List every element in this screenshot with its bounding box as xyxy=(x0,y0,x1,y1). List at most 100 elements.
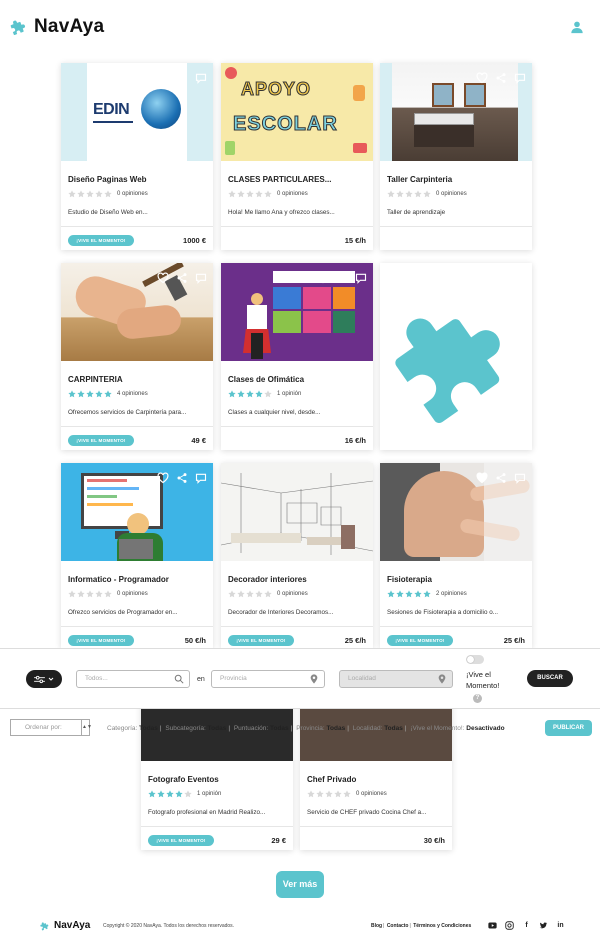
heart-icon[interactable] xyxy=(476,471,488,484)
card-divider xyxy=(61,226,213,227)
header: NavAya xyxy=(0,0,600,56)
card-image: APOYO ESCOLAR xyxy=(221,63,373,161)
card-title[interactable]: Decorador interiores xyxy=(228,575,307,584)
footer-link-contact[interactable]: Contacto xyxy=(387,923,409,929)
rating-stars: 0 opiniones xyxy=(387,190,467,198)
card-image xyxy=(221,463,373,561)
card-title[interactable]: Fisioterapia xyxy=(387,575,432,584)
service-card[interactable]: Clases de Ofimática 1 opinión Clases a c… xyxy=(221,263,373,450)
service-card[interactable]: Informatico - Programador 0 opiniones Of… xyxy=(61,463,213,648)
star-filled-icon xyxy=(148,790,156,798)
footer-brand-logo[interactable]: NavAya xyxy=(40,920,90,931)
vive-momento-toggle[interactable] xyxy=(466,655,484,664)
star-filled-icon xyxy=(405,590,413,598)
filter-value-locality: Todas xyxy=(384,725,403,732)
card-description: Taller de aprendizaje xyxy=(387,209,446,216)
comment-icon[interactable] xyxy=(195,71,207,84)
service-card[interactable]: Fisioterapia 2 opiniones Sesiones de Fis… xyxy=(380,463,532,648)
card-title[interactable]: CARPINTERIA xyxy=(68,375,123,384)
filter-value-vive: Desactivado xyxy=(466,725,505,732)
vive-momento-badge: ¡VIVE EL MOMENTO! xyxy=(387,635,453,646)
share-icon[interactable] xyxy=(176,471,188,483)
star-filled-icon xyxy=(104,390,112,398)
card-title[interactable]: Diseño Paginas Web xyxy=(68,175,147,184)
location-pin-icon xyxy=(438,674,446,684)
card-title[interactable]: Chef Privado xyxy=(307,775,356,784)
service-card[interactable]: Taller Carpinteria 0 opiniones Taller de… xyxy=(380,63,532,250)
service-card[interactable]: Decorador interiores 0 opiniones Decorad… xyxy=(221,463,373,648)
search-input[interactable]: Todos... xyxy=(76,670,190,688)
filter-value-province: Todas xyxy=(326,725,346,732)
comment-icon[interactable] xyxy=(195,271,207,284)
share-icon[interactable] xyxy=(495,471,507,483)
card-actions xyxy=(157,271,207,284)
card-title[interactable]: Informatico - Programador xyxy=(68,575,169,584)
opinions-count: 0 opiniones xyxy=(277,591,308,597)
service-card[interactable]: CARPINTERIA 4 opiniones Ofrecemos servic… xyxy=(61,263,213,450)
rating-stars: 2 opiniones xyxy=(387,590,467,598)
footer-link-blog[interactable]: Blog xyxy=(371,923,382,929)
rating-stars: 4 opiniones xyxy=(68,390,148,398)
heart-icon[interactable] xyxy=(157,71,169,84)
user-icon[interactable] xyxy=(570,20,584,34)
service-card[interactable]: APOYO ESCOLAR CLASES PARTICULARES... 0 o… xyxy=(221,63,373,250)
linkedin-icon[interactable]: in xyxy=(556,921,565,930)
share-icon[interactable] xyxy=(176,71,188,83)
heart-icon[interactable] xyxy=(476,71,488,84)
province-input[interactable]: Provincia xyxy=(211,670,325,688)
help-icon[interactable]: ? xyxy=(473,694,482,703)
star-filled-icon xyxy=(86,390,94,398)
star-filled-icon xyxy=(175,790,183,798)
locality-input[interactable]: Localidad xyxy=(339,670,453,688)
opinions-count: 4 opiniones xyxy=(117,391,148,397)
share-icon[interactable] xyxy=(495,71,507,83)
star-filled-icon xyxy=(423,590,431,598)
comment-icon[interactable] xyxy=(355,271,367,284)
star-empty-icon xyxy=(264,390,272,398)
card-price: 50 €/h xyxy=(184,636,206,645)
card-title[interactable]: Taller Carpinteria xyxy=(387,175,452,184)
star-filled-icon xyxy=(387,590,395,598)
star-empty-icon xyxy=(396,190,404,198)
puzzle-placeholder-icon xyxy=(395,318,500,423)
puzzle-logo-icon xyxy=(10,20,25,35)
star-empty-icon xyxy=(423,190,431,198)
heart-icon[interactable] xyxy=(157,471,169,484)
card-title[interactable]: Fotografo Eventos xyxy=(148,775,219,784)
instagram-icon[interactable] xyxy=(505,921,514,930)
card-title[interactable]: Clases de Ofimática xyxy=(228,375,304,384)
brand-logo[interactable]: NavAya xyxy=(10,16,104,38)
card-description: Estudio de Diseño Web en... xyxy=(68,209,148,216)
twitter-icon[interactable] xyxy=(539,921,548,930)
filter-value-subcategory: Todas xyxy=(207,725,227,732)
star-filled-icon xyxy=(255,390,263,398)
opinions-count: 1 opinión xyxy=(197,791,222,797)
comment-icon[interactable] xyxy=(514,471,526,484)
star-empty-icon xyxy=(325,790,333,798)
youtube-icon[interactable] xyxy=(488,921,497,930)
card-title[interactable]: CLASES PARTICULARES... xyxy=(228,175,331,184)
facebook-icon[interactable]: f xyxy=(522,921,531,930)
vive-momento-badge: ¡VIVE EL MOMENTO! xyxy=(68,235,134,246)
service-card[interactable]: EDIN Diseño Paginas Web 0 opiniones Estu… xyxy=(61,63,213,250)
footer-link-terms[interactable]: Términos y Condiciones xyxy=(413,923,471,929)
card-divider xyxy=(61,426,213,427)
sort-select[interactable]: Ordenar por: ▲▼ xyxy=(10,719,92,736)
brand-name: NavAya xyxy=(34,16,105,37)
comment-icon[interactable] xyxy=(195,471,207,484)
card-price: 25 €/h xyxy=(344,636,366,645)
heart-icon[interactable] xyxy=(157,271,169,284)
comment-icon[interactable] xyxy=(514,71,526,84)
star-empty-icon xyxy=(86,190,94,198)
star-filled-icon xyxy=(77,390,85,398)
load-more-button[interactable]: Ver más xyxy=(276,871,324,898)
star-empty-icon xyxy=(104,190,112,198)
share-icon[interactable] xyxy=(336,271,348,283)
filters-toggle-button[interactable] xyxy=(26,670,62,688)
search-button[interactable]: BUSCAR xyxy=(527,670,573,687)
star-filled-icon xyxy=(157,790,165,798)
share-icon[interactable] xyxy=(176,271,188,283)
heart-icon[interactable] xyxy=(317,271,329,284)
publish-button[interactable]: PUBLICAR xyxy=(545,720,592,736)
star-empty-icon xyxy=(246,590,254,598)
